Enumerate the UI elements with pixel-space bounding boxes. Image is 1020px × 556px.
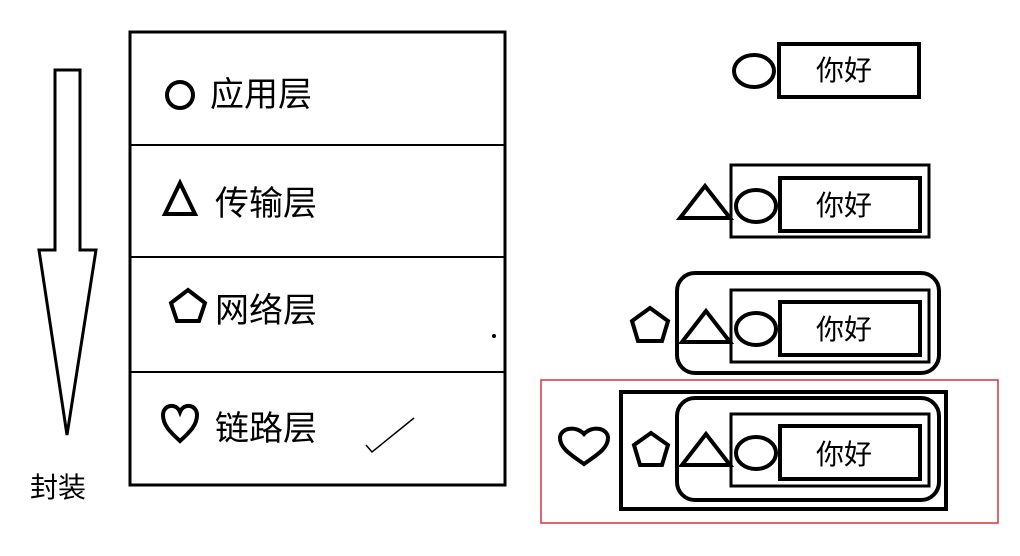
stray-dot [492,334,496,338]
payload-text: 你好 [816,189,872,222]
payload-text: 你好 [816,54,872,87]
layer-row-link: 链路层 [160,403,415,454]
pentagon-icon [168,287,208,323]
triangle-icon [161,178,199,216]
heart-icon [160,403,200,444]
layer-label: 网络层 [215,291,317,331]
layer-row-application: 应用层 [165,75,312,115]
encapsulation-arrow [37,68,98,436]
packet-link: 你好 [540,379,999,524]
layer-row-network: 网络层 [168,287,496,338]
layer-row-transport: 传输层 [161,178,317,224]
packet-network: 你好 [629,271,941,375]
circle-icon [165,80,195,110]
layer-label: 链路层 [215,409,317,449]
layer-label: 传输层 [215,184,317,224]
layer-label: 应用层 [210,75,312,115]
encapsulation-diagram: 封装 应用层 传输层 网络层 链路层 你好 你好 你好 你好 [30,30,999,524]
payload-text: 你好 [816,438,872,471]
payload-text: 你好 [816,313,872,346]
packet-transport: 你好 [675,163,931,239]
check-mark [365,417,415,454]
encapsulation-label: 封装 [30,471,86,504]
layer-table: 应用层 传输层 网络层 链路层 [128,30,507,487]
packet-application: 你好 [732,42,921,99]
